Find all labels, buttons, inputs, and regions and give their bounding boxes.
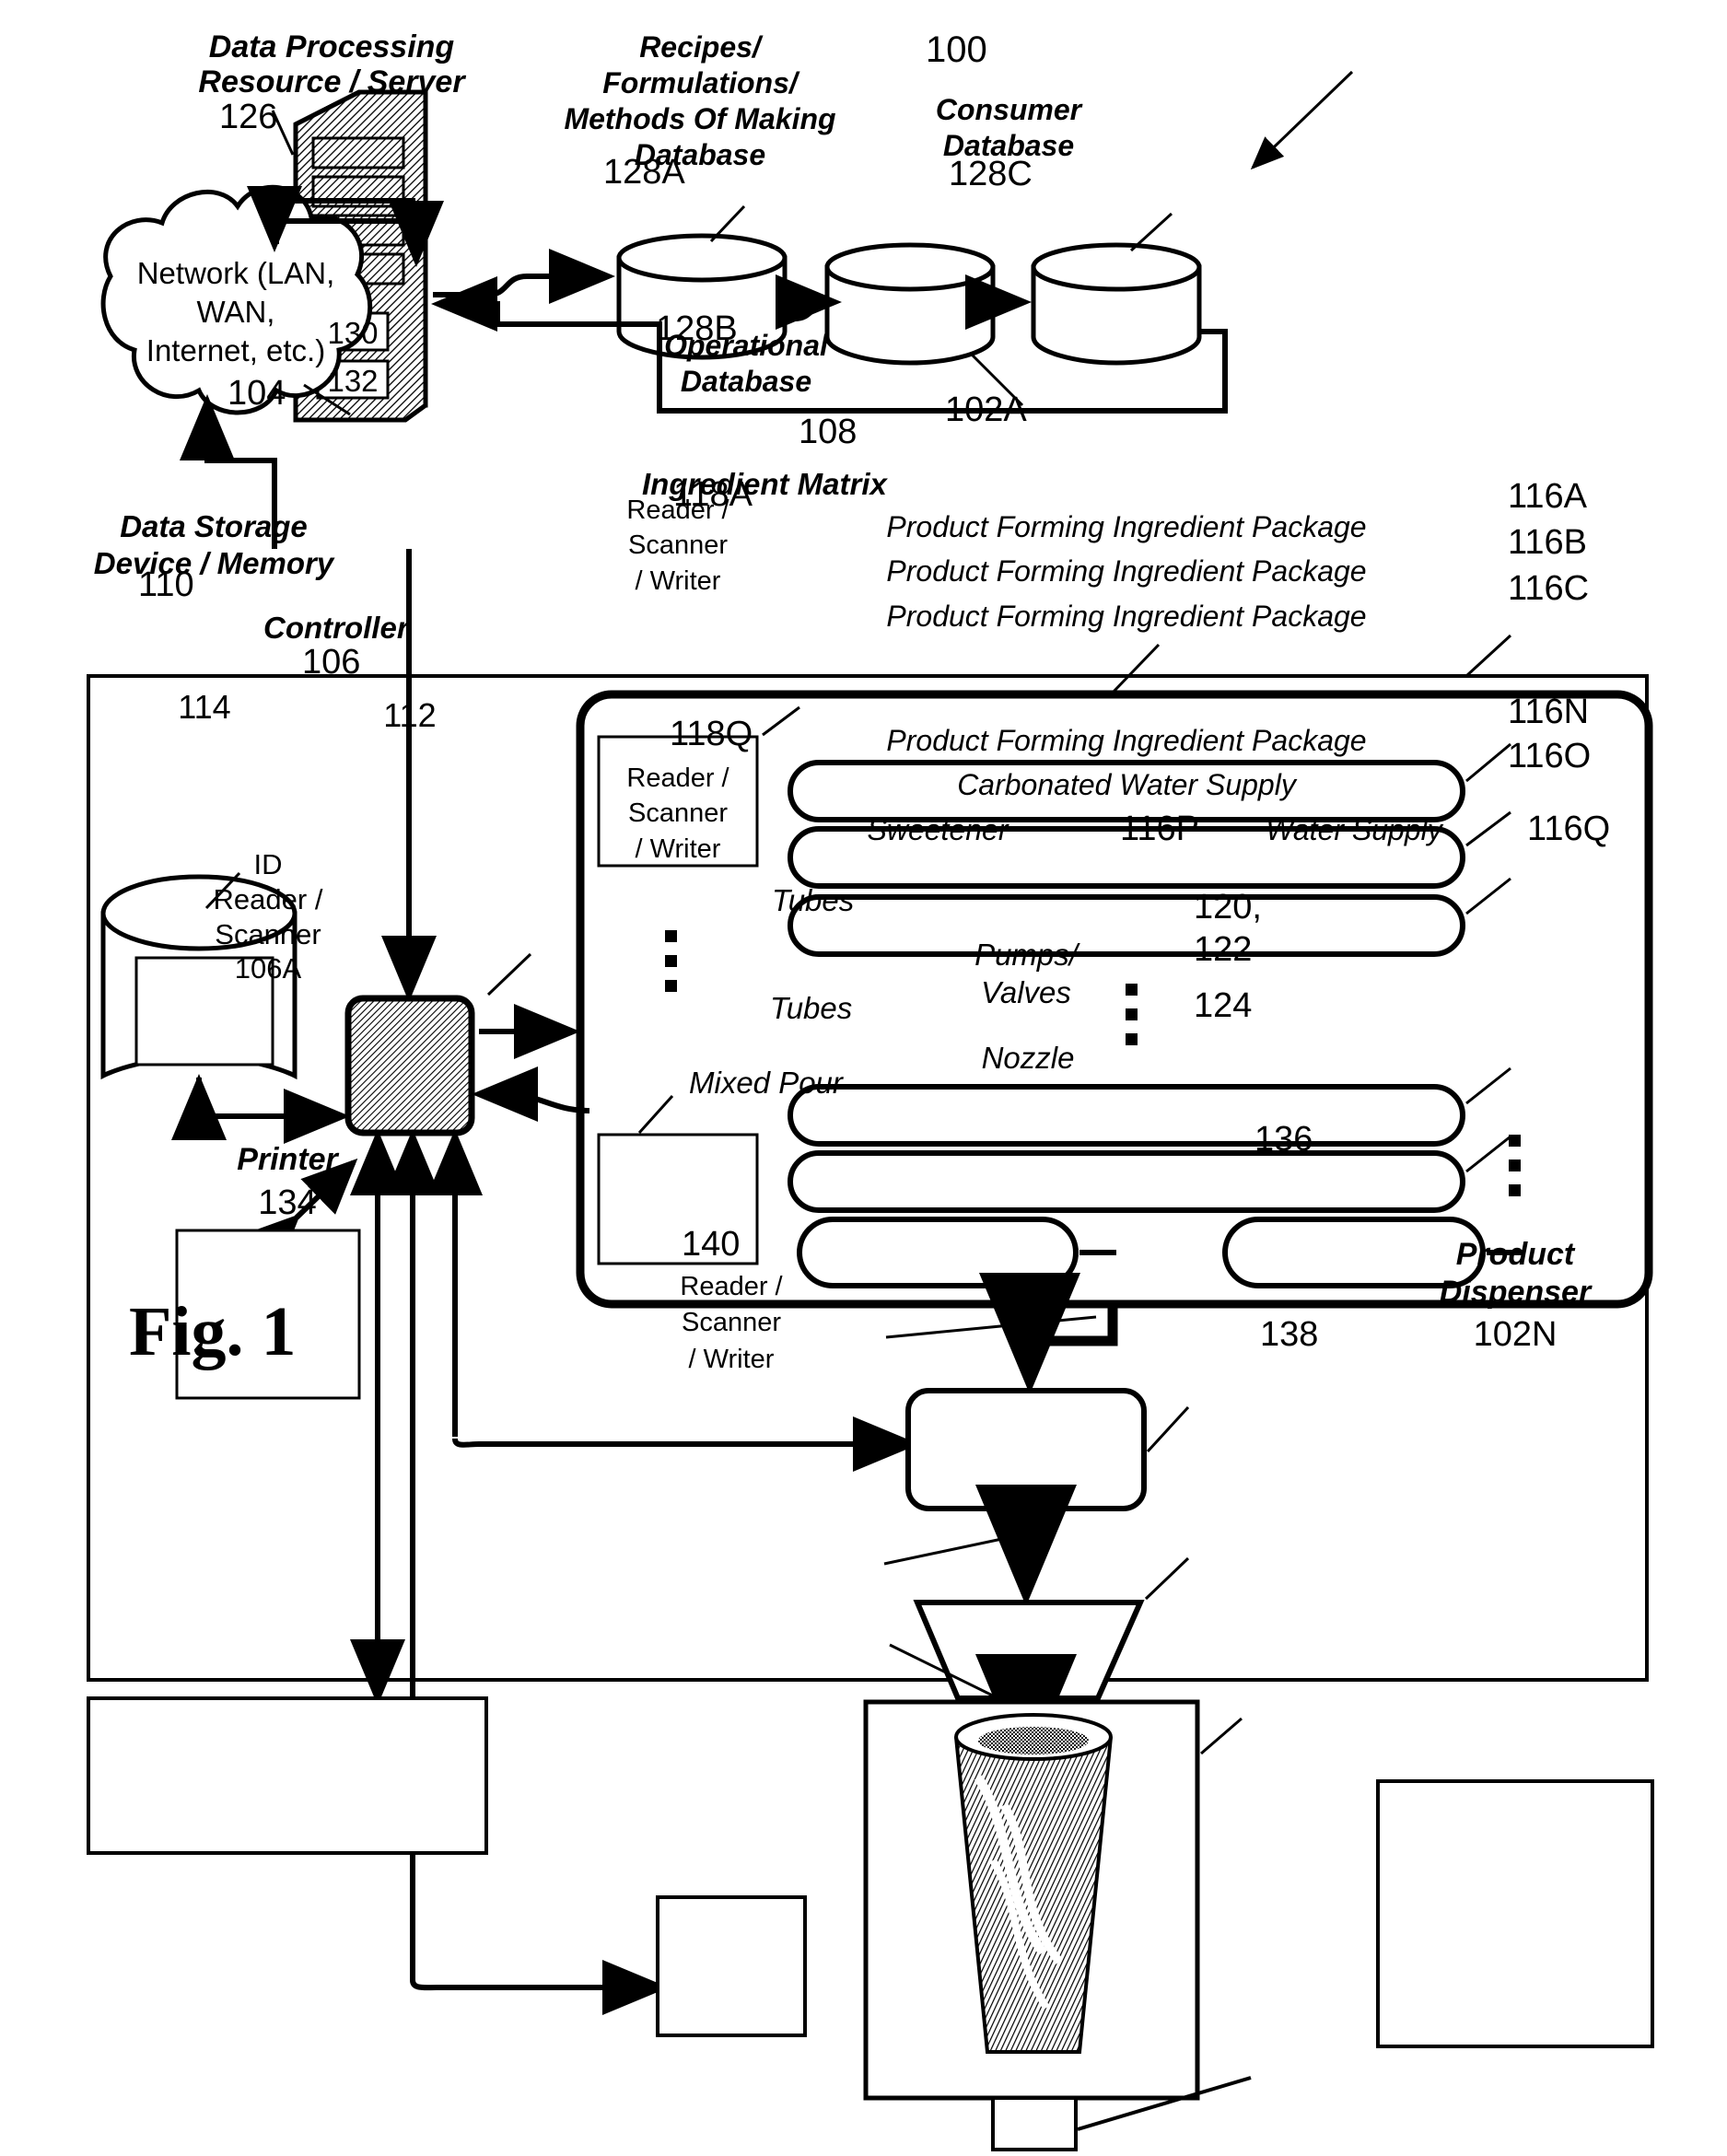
package-116O-ref: 116O [1508,737,1592,775]
tubes-upper-label: Tubes [772,883,855,917]
controller-label: Controller [263,611,409,645]
server-title: Data Processing Resource / Server [198,29,465,100]
nozzle-label: Nozzle [981,1041,1075,1075]
dispenser-series-ellipsis-icon [1509,1135,1521,1209]
printer-label: Printer [237,1142,338,1177]
tubes-lower-label: Tubes [770,991,853,1025]
db-128B-title: Operational Database [664,329,828,399]
database-128C-graphic [1031,212,1202,366]
cup-base-138 [991,2096,1078,2151]
cup-reader-ref-140: 140 [682,1225,741,1264]
arrow-matrix-to-controller [472,1066,590,1122]
package-116Q-label: Water Supply [1266,813,1442,846]
controller-ref: 106 [302,643,361,682]
controller-graphic [344,952,532,1136]
dispenser-102A-ref: 102A [945,390,1027,429]
tube-matrix-to-pumps [979,1273,1118,1394]
pumps-valves-label: Pumps/Valves [974,938,1078,1009]
package-116B-ref: 116B [1508,523,1587,562]
package-116A-ref: 116A [1508,477,1587,516]
package-116O-pill [788,1150,1465,1213]
package-116A-label: Product Forming Ingredient Package [886,510,1367,543]
cup-base-ref-138: 138 [1260,1315,1319,1354]
package-116N-pill [788,1084,1465,1147]
nozzle-shape [913,1600,1145,1701]
package-116Q-ref: 116Q [1527,810,1611,848]
data-storage-title: Data Storage Device / Memory [93,509,334,580]
package-116P-ref: 116P [1120,810,1199,848]
patent-figure-1: Data Processing Resource / Server 126 130… [0,0,1727,2156]
pumps-valves-ref: 120, 122 [1194,888,1262,969]
package-116N-label: Product Forming Ingredient Package [886,724,1367,757]
data-storage-inner-ref: 114 [178,688,231,726]
reader-118A-ref: 118A [673,475,753,514]
printer-box [87,1696,488,1855]
matrix-left-ellipsis-icon [665,930,677,1005]
arrow-controller-to-cup-reader [410,1960,669,2015]
db-128B-ref: 128B [656,309,738,348]
product-dispenser-102N-box [1376,1779,1654,2048]
package-116P-label: Sweetener [867,813,1009,846]
nozzle-ref: 124 [1194,986,1253,1025]
system-ref-100: 100 [926,29,987,70]
db-128A-ref: 128A [603,153,685,192]
arrow-server-to-db-128A [433,249,615,304]
package-116C-label: Product Forming Ingredient Package [886,600,1367,633]
db-128C-title: Consumer Database [935,93,1082,163]
network-cloud-label: Network (LAN, WAN, Internet, etc.) [136,256,335,368]
product-dispenser-n-ref: 102N [1473,1315,1558,1354]
cup-reader-140-box [656,1895,807,2037]
figure-caption: Fig. 1 [129,1293,297,1370]
reader-118Q-ref: 118Q [670,715,753,753]
pumps-valves-box [905,1388,1147,1511]
data-storage-ref: 110 [138,565,194,604]
package-116N-ref: 116N [1508,693,1590,731]
package-116P-pill [797,1217,1079,1288]
db-128A-title: Recipes/Formulations/Methods Of Making Da… [564,30,836,172]
package-116B-label: Product Forming Ingredient Package [886,554,1367,588]
id-reader-label: ID Reader / Scanner 106A [213,848,323,985]
package-116C-ref: 116C [1508,569,1590,608]
server-ref: 126 [219,98,278,136]
product-dispenser-n-label: Product Dispenser [1439,1237,1592,1311]
reader-118Q-label: Reader / Scanner / Writer [626,763,729,864]
controller-inner-ref: 112 [383,696,437,734]
ingredient-matrix-ref: 108 [799,413,858,451]
db-128C-ref: 128C [949,155,1033,193]
mixed-pour-label: Mixed Pour [689,1066,843,1100]
printer-ref: 134 [258,1183,317,1222]
package-116O-label: Carbonated Water Supply [957,768,1296,801]
cup-reader-label: Reader / Scanner / Writer [680,1272,783,1374]
network-ref: 104 [228,374,286,413]
cup-ref-136: 136 [1254,1120,1313,1159]
